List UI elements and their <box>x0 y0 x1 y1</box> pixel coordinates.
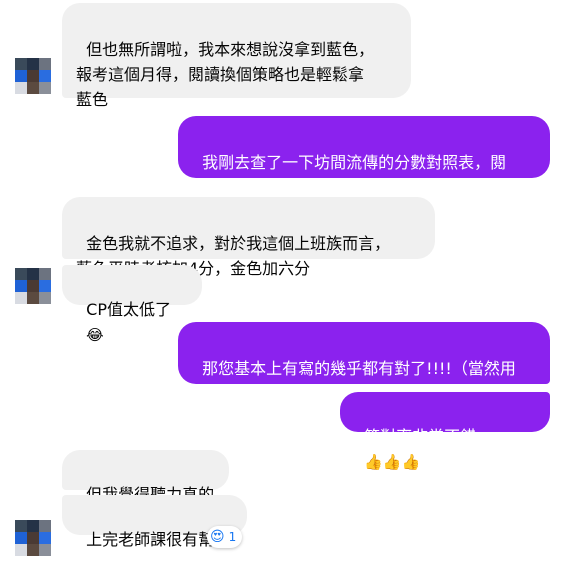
message-text: 我剛去查了一下坊間流傳的分數對照表，閱 讀要拿 345 分，要答對 73 題 <box>192 153 507 197</box>
message-reaction[interactable]: 😍 1 <box>207 526 243 548</box>
message-text: CP值太低了 <box>86 300 171 319</box>
message-text: 答對率非常不錯 <box>364 427 477 446</box>
message-bubble-incoming[interactable]: 金色我就不追求，對於我這個上班族而言， 藍色平時考核加4分，金色加六分 <box>62 197 435 278</box>
thumbs-up-emoji-icon: 👍👍👍 <box>364 453 421 471</box>
laughing-crying-emoji-icon: 😂 <box>86 326 104 344</box>
message-bubble-outgoing[interactable]: 那您基本上有寫的幾乎都有對了!!!!（當然用 猜的那 25 題中也會有至少5~6… <box>178 322 550 403</box>
avatar[interactable] <box>15 268 51 304</box>
message-bubble-incoming[interactable]: 但我覺得聽力真的 <box>62 450 229 504</box>
reaction-count: 1 <box>228 530 237 544</box>
message-bubble-outgoing[interactable]: 我剛去查了一下坊間流傳的分數對照表，閱 讀要拿 345 分，要答對 73 題 <box>178 116 550 197</box>
message-bubble-incoming[interactable]: CP值太低了 😂 <box>62 265 202 343</box>
message-bubble-outgoing[interactable]: 答對率非常不錯 👍👍👍 <box>340 392 550 470</box>
message-bubble-incoming[interactable]: 但也無所謂啦，我本來想說沒拿到藍色， 報考這個月得，閱讀換個策略也是輕鬆拿 藍色 <box>62 3 411 109</box>
avatar[interactable] <box>15 520 51 556</box>
heart-eyes-emoji-icon: 😍 <box>210 529 225 545</box>
message-text: 但也無所謂啦，我本來想說沒拿到藍色， 報考這個月得，閱讀換個策略也是輕鬆拿 藍色 <box>76 40 375 109</box>
avatar[interactable] <box>15 58 51 94</box>
